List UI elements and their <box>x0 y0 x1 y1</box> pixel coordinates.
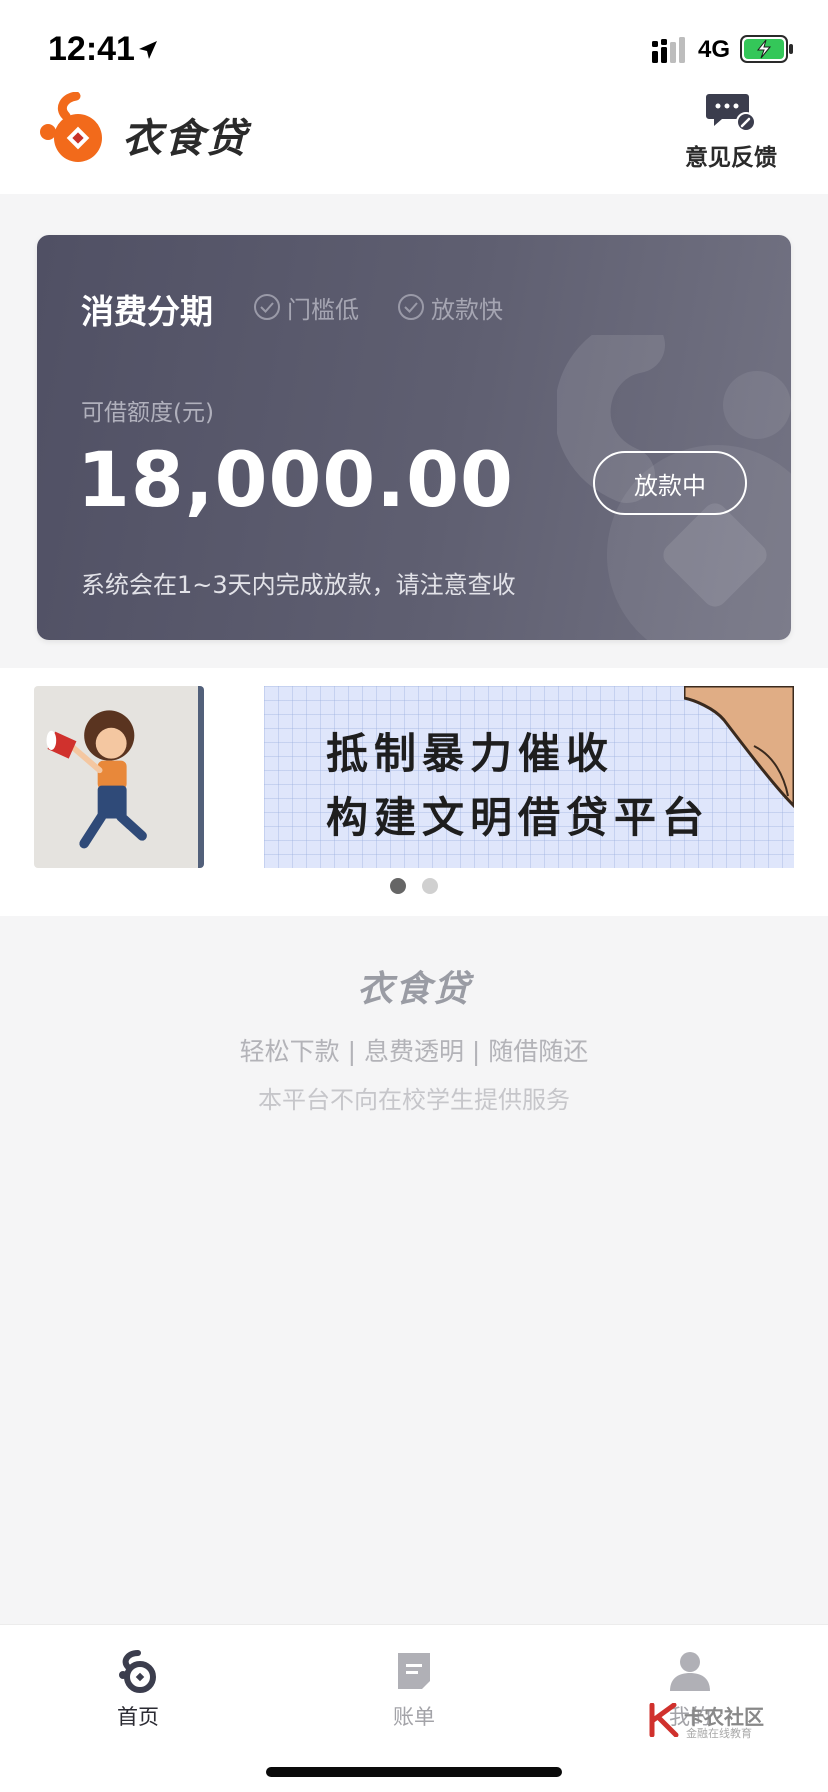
hand-illustration <box>684 686 794 809</box>
status-time: 12:41 <box>48 30 135 68</box>
app-header: 衣食贷 意见反馈 <box>0 88 828 194</box>
banner-text-line-2: 构建文明借贷平台 <box>326 793 711 842</box>
banner-text-line-1: 抵制暴力催收 <box>326 729 615 778</box>
cartoon-megaphone-illustration <box>46 710 147 849</box>
limit-amount: 18,000.00 <box>77 435 514 524</box>
location-arrow-icon <box>139 41 157 59</box>
home-indicator[interactable] <box>266 1767 562 1777</box>
brand-footer: 衣食贷 轻松下款 | 息费透明 | 随借随还 本平台不向在校学生提供服务 <box>0 960 828 1115</box>
tab-bills[interactable]: 账单 <box>344 1649 484 1745</box>
network-label: 4G <box>698 36 731 63</box>
tag-fast-loan: 放款快 <box>397 291 503 324</box>
feedback-button[interactable]: 意见反馈 <box>676 92 786 171</box>
tag-low-threshold: 门槛低 <box>253 291 359 324</box>
carousel-dot[interactable] <box>422 878 438 894</box>
watermark-subtitle: 金融在线教育 <box>686 1727 752 1740</box>
tag-label: 门槛低 <box>287 295 359 324</box>
tab-home-label: 首页 <box>117 1705 159 1729</box>
check-circle-icon <box>254 294 280 320</box>
brand-disclaimer: 本平台不向在校学生提供服务 <box>258 1086 570 1114</box>
bottom-tab-bar: 首页 账单 我的 卡农社区 金融在线教育 <box>0 1624 828 1792</box>
signal-icon <box>652 37 685 63</box>
status-bar: 12:41 4G <box>0 0 828 100</box>
home-icon <box>119 1650 156 1693</box>
check-circle-icon <box>398 294 424 320</box>
feedback-icon <box>706 94 756 132</box>
limit-label: 可借额度(元) <box>81 400 214 426</box>
app-logo-text: 衣食贷 <box>122 116 248 162</box>
loan-status-button[interactable]: 放款中 <box>593 451 747 515</box>
carousel-indicator <box>0 878 828 894</box>
feedback-label: 意见反馈 <box>685 145 777 171</box>
card-title: 消费分期 <box>81 292 213 331</box>
brand-footer-logo: 衣食贷 <box>356 969 471 1010</box>
card-note: 系统会在1~3天内完成放款，请注意查收 <box>81 571 516 599</box>
tab-home[interactable]: 首页 <box>68 1649 208 1745</box>
user-icon <box>670 1652 710 1691</box>
brand-slogan: 轻松下款 | 息费透明 | 随借随还 <box>239 1037 589 1066</box>
carousel-dot-active[interactable] <box>390 878 406 894</box>
tab-bills-label: 账单 <box>393 1705 435 1729</box>
battery-charging-icon <box>740 35 793 63</box>
community-watermark: 卡农社区 金融在线教育 <box>648 1701 768 1741</box>
tag-label: 放款快 <box>431 295 503 324</box>
watermark-logo-icon <box>649 1703 679 1737</box>
banner-slide-active[interactable]: 抵制暴力催收 构建文明借贷平台 <box>264 686 794 868</box>
bill-icon <box>398 1653 430 1689</box>
banner-carousel[interactable]: 抵制暴力催收 构建文明借贷平台 <box>0 668 828 916</box>
banner-slide-prev[interactable] <box>34 686 204 868</box>
app-logo-icon <box>40 92 102 162</box>
credit-limit-card: 消费分期 门槛低 放款快 可借额度(元) 18,000.00 放款中 系统会在1… <box>37 235 791 640</box>
